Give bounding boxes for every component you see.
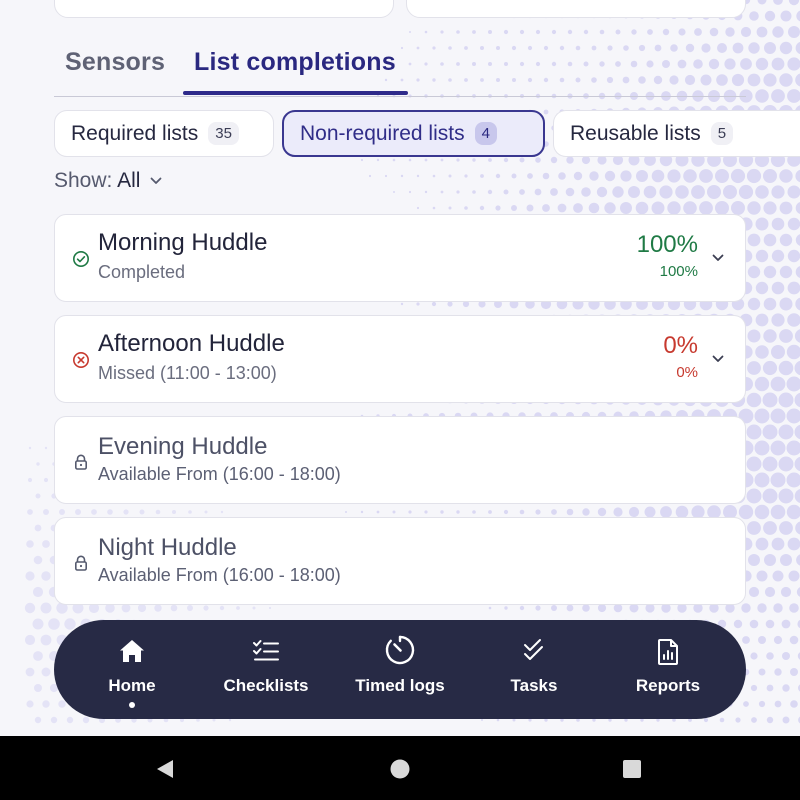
lock-icon — [74, 454, 87, 470]
nav-checklists[interactable]: Checklists — [199, 620, 333, 719]
home-circle-icon[interactable] — [389, 758, 411, 780]
completion-percent: 100% — [636, 231, 698, 258]
show-value: All — [117, 169, 141, 192]
timer-icon — [385, 635, 415, 665]
list-status: Available From (16:00 - 18:00) — [98, 464, 341, 484]
filter-label: Non-required lists — [300, 121, 465, 145]
nav-reports[interactable]: Reports — [601, 620, 735, 719]
nav-tasks[interactable]: Tasks — [467, 620, 601, 719]
list-title: Night Huddle — [98, 534, 237, 561]
nav-home[interactable]: Home — [65, 620, 199, 719]
lock-icon — [74, 555, 87, 571]
bottom-nav-bar: Home Checklists Timed logs Tasks Reports — [54, 620, 746, 719]
report-icon — [658, 639, 678, 665]
list-status: Completed — [98, 262, 186, 282]
double-check-icon — [524, 639, 543, 660]
list-status: Available From (16:00 - 18:00) — [98, 565, 341, 585]
nav-label: Tasks — [510, 676, 558, 695]
list-item[interactable]: Night Huddle Available From (16:00 - 18:… — [54, 517, 746, 605]
active-indicator — [129, 702, 135, 708]
chevron-down-icon[interactable] — [711, 251, 725, 265]
list-status: Missed (11:00 - 13:00) — [98, 363, 277, 383]
check-circle-icon — [73, 251, 89, 267]
filter-required-lists[interactable]: Required lists 35 — [54, 110, 274, 157]
nav-timed-logs[interactable]: Timed logs — [333, 620, 467, 719]
chevron-down-icon[interactable] — [711, 352, 725, 366]
filter-label: Required lists — [71, 121, 199, 145]
list-title: Evening Huddle — [98, 433, 268, 460]
completion-percent-detail: 0% — [676, 364, 698, 381]
list-title: Morning Huddle — [98, 229, 268, 256]
filter-non-required-lists[interactable]: Non-required lists 4 — [282, 110, 545, 157]
checklist-icon — [253, 640, 279, 661]
list-item[interactable]: Afternoon Huddle Missed (11:00 - 13:00) … — [54, 315, 746, 403]
completion-percent: 0% — [663, 332, 698, 359]
top-card-right — [406, 0, 746, 18]
filter-reusable-lists[interactable]: Reusable lists 5 — [553, 110, 800, 157]
completion-percent-detail: 100% — [659, 263, 698, 280]
show-label: Show: — [54, 169, 113, 192]
tab-list-completions[interactable]: List completions — [194, 48, 396, 96]
nav-label: Timed logs — [355, 676, 445, 695]
active-tab-indicator — [183, 91, 408, 95]
nav-label: Reports — [635, 676, 701, 695]
filter-label: Reusable lists — [570, 121, 701, 145]
back-icon[interactable] — [154, 758, 176, 780]
count-badge: 35 — [208, 122, 239, 145]
show-filter-dropdown[interactable]: Show: All — [54, 169, 162, 193]
nav-label: Home — [108, 676, 156, 695]
count-badge: 4 — [474, 122, 497, 145]
list-title: Afternoon Huddle — [98, 330, 285, 357]
nav-label: Checklists — [223, 676, 309, 695]
system-navigation-bar — [0, 736, 800, 800]
recents-icon[interactable] — [621, 758, 643, 780]
tab-bar: Sensors List completions — [54, 40, 746, 97]
home-icon — [120, 640, 144, 662]
x-circle-icon — [73, 352, 89, 368]
top-card-left — [54, 0, 394, 18]
count-badge: 5 — [710, 122, 734, 145]
tab-sensors[interactable]: Sensors — [65, 48, 165, 96]
list-item[interactable]: Evening Huddle Available From (16:00 - 1… — [54, 416, 746, 504]
list-item[interactable]: Morning Huddle Completed 100% 100% — [54, 214, 746, 302]
chevron-down-icon — [150, 178, 162, 185]
